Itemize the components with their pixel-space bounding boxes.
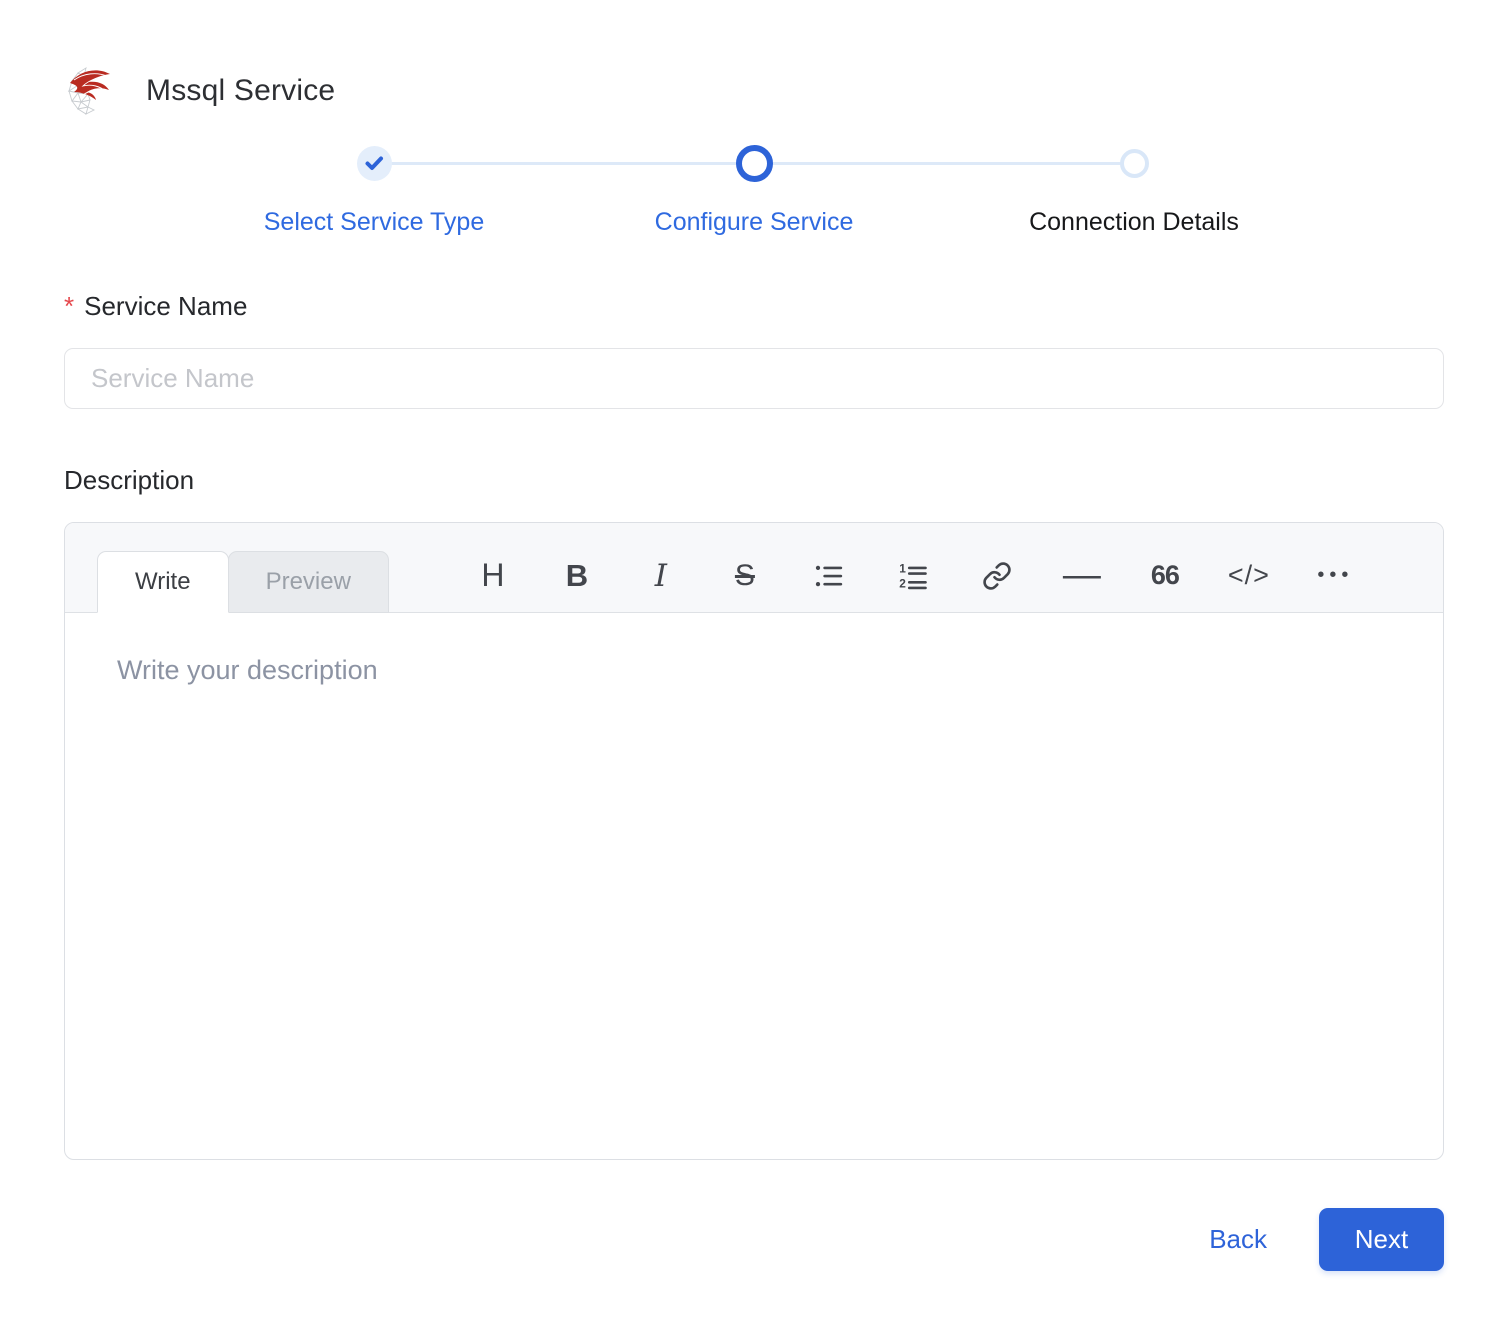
tab-preview[interactable]: Preview xyxy=(227,551,389,613)
step-label: Connection Details xyxy=(1029,208,1239,236)
next-button[interactable]: Next xyxy=(1319,1208,1444,1271)
description-textarea[interactable] xyxy=(65,613,1443,1159)
wizard-stepper: Select Service Type Configure Service Co… xyxy=(184,144,1324,237)
heading-icon[interactable]: H xyxy=(451,548,535,604)
check-icon xyxy=(356,145,392,181)
back-button[interactable]: Back xyxy=(1205,1214,1271,1265)
required-asterisk: * xyxy=(64,291,75,321)
mssql-server-logo-icon xyxy=(64,64,112,118)
italic-icon[interactable]: I xyxy=(619,548,703,604)
ordered-list-icon[interactable]: 12 xyxy=(871,548,955,604)
strikethrough-icon[interactable]: S xyxy=(703,548,787,604)
quote-icon[interactable]: 66 xyxy=(1123,548,1207,604)
step-connection-details[interactable]: Connection Details xyxy=(944,144,1324,237)
service-name-input[interactable] xyxy=(64,348,1444,409)
more-icon[interactable]: ••• xyxy=(1291,548,1375,604)
horizontal-rule-icon[interactable]: — xyxy=(1039,548,1123,604)
wizard-footer: Back Next xyxy=(64,1208,1444,1271)
unordered-list-icon[interactable] xyxy=(787,548,871,604)
markdown-editor: Write Preview H B I S 12 — 66 </> ••• Wr… xyxy=(64,522,1444,1160)
configure-service-page: Mssql Service Select Service Type Config… xyxy=(0,0,1508,1331)
tab-write[interactable]: Write xyxy=(97,551,229,613)
description-label: Description xyxy=(64,465,195,495)
editor-header: Write Preview H B I S 12 — 66 </> ••• xyxy=(65,523,1443,613)
step-configure-service[interactable]: Configure Service xyxy=(564,144,944,237)
page-header: Mssql Service xyxy=(64,64,1444,118)
service-name-label: * Service Name xyxy=(64,291,248,321)
step-label: Configure Service xyxy=(654,208,854,236)
step-label: Select Service Type xyxy=(263,208,485,236)
page-title: Mssql Service xyxy=(146,74,336,107)
ring-icon xyxy=(735,144,773,182)
svg-text:2: 2 xyxy=(899,576,906,590)
step-select-service-type[interactable]: Select Service Type xyxy=(184,144,564,237)
bold-icon[interactable]: B xyxy=(535,548,619,604)
editor-tabs: Write Preview xyxy=(97,551,389,613)
editor-toolbar: H B I S 12 — 66 </> ••• xyxy=(451,548,1375,604)
ring-icon xyxy=(1119,148,1149,178)
code-icon[interactable]: </> xyxy=(1207,548,1291,604)
svg-text:1: 1 xyxy=(899,561,906,575)
editor-body xyxy=(65,613,1443,1159)
link-icon[interactable] xyxy=(955,548,1039,604)
